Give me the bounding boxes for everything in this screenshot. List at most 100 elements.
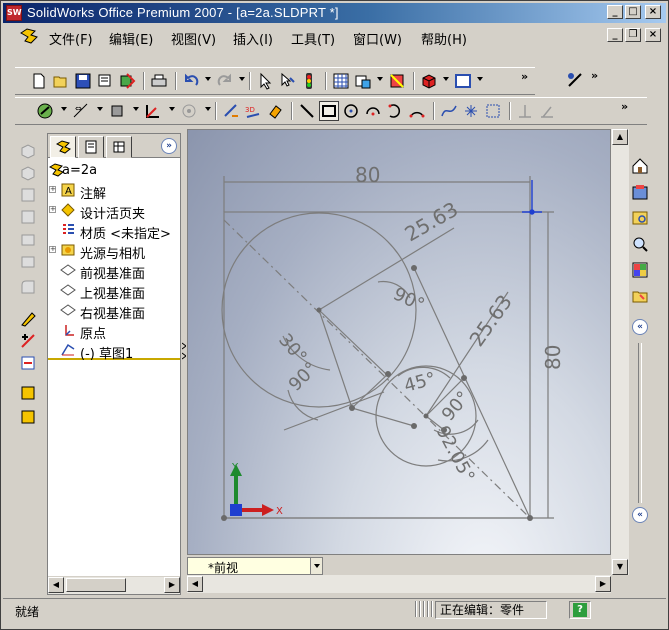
select-other-icon[interactable]	[277, 71, 297, 91]
sweep-icon[interactable]	[18, 185, 38, 205]
tree-item-sketch1[interactable]: (-) 草图1	[48, 340, 180, 362]
help-icon[interactable]: ?	[569, 601, 591, 619]
maximize-button[interactable]: □	[625, 5, 641, 19]
scroll-up-button[interactable]: ▲	[612, 129, 628, 145]
point-icon[interactable]	[461, 101, 481, 121]
hatch-icon[interactable]	[483, 101, 503, 121]
title-bar[interactable]: SW SolidWorks Office Premium 2007 - [a=2…	[3, 3, 666, 23]
expand-toggle[interactable]: +	[49, 246, 56, 253]
library-icon[interactable]	[629, 181, 651, 203]
print-preview-icon[interactable]	[95, 71, 115, 91]
collapse-feature-manager-button[interactable]: »	[161, 138, 177, 154]
solidworks-logo-icon[interactable]: SW	[6, 5, 22, 21]
view-name-tab[interactable]: *前视	[187, 557, 323, 575]
render-icon[interactable]	[387, 71, 407, 91]
view-icon[interactable]	[453, 71, 473, 91]
feature-1-icon[interactable]	[18, 383, 38, 403]
menu-file[interactable]: 文件(F)	[49, 29, 93, 48]
color-icon[interactable]	[419, 71, 439, 91]
fillet-icon[interactable]	[18, 277, 38, 297]
sketch-endpoint-marker[interactable]	[522, 180, 542, 215]
tree-root[interactable]: a=2a	[48, 160, 180, 180]
dim-angle-3[interactable]: 90°	[285, 358, 322, 395]
cut-revolve-icon[interactable]	[18, 251, 38, 271]
tree-item-right-plane[interactable]: 右视基准面	[48, 300, 180, 322]
tree-item-lights-cameras[interactable]: + 光源与相机	[48, 240, 180, 262]
dim-angle-5[interactable]: 90°	[438, 387, 475, 425]
rectangle-icon[interactable]	[319, 101, 339, 121]
scroll-left-button[interactable]: ◀	[48, 577, 64, 593]
radius-line-1[interactable]	[318, 309, 353, 409]
doc-restore-button[interactable]: ❐	[625, 28, 641, 42]
scroll-right-button[interactable]: ▶	[595, 576, 611, 592]
dim-angle-1[interactable]: 90°	[390, 283, 428, 316]
home-icon[interactable]	[629, 155, 651, 177]
tab-property-manager[interactable]	[78, 136, 104, 158]
circle-icon[interactable]	[341, 101, 361, 121]
feature-2-icon[interactable]	[18, 407, 38, 427]
explorer-icon[interactable]	[629, 207, 651, 229]
dim-right-height[interactable]: 80	[541, 345, 565, 370]
sketch-canvas[interactable]: 80 80 25.63 25.63 90° 30° 90° 45° 90° 92…	[188, 130, 611, 555]
axis-icon[interactable]	[143, 101, 163, 121]
relations-icon[interactable]	[107, 101, 127, 121]
smart-dimension-icon[interactable]: ⇔	[71, 101, 91, 121]
loft-icon[interactable]	[18, 207, 38, 227]
eraser-icon[interactable]	[265, 101, 285, 121]
spline-icon[interactable]	[439, 101, 459, 121]
scroll-left-button[interactable]: ◀	[187, 576, 203, 592]
add-relation-icon[interactable]	[18, 331, 38, 351]
sketch-3d-plane-icon[interactable]: 3D	[243, 101, 263, 121]
centerline-icon[interactable]	[515, 101, 535, 121]
doc-minimize-button[interactable]: _	[607, 28, 623, 42]
new-icon[interactable]	[29, 71, 49, 91]
view-tab-dropdown[interactable]	[310, 558, 322, 574]
diagonal-centerline[interactable]	[223, 219, 531, 519]
sketch-3d-icon[interactable]	[221, 101, 241, 121]
folder-icon[interactable]	[629, 285, 651, 307]
tangent-arc-icon[interactable]	[385, 101, 405, 121]
sketch-icon[interactable]	[35, 101, 55, 121]
tab-feature-tree[interactable]	[50, 136, 76, 158]
revolve-boss-icon[interactable]	[18, 163, 38, 183]
expand-toggle[interactable]: +	[49, 186, 56, 193]
close-button[interactable]: ×	[645, 5, 661, 19]
menu-view[interactable]: 视图(V)	[171, 29, 216, 48]
redo-icon[interactable]	[215, 71, 235, 91]
menu-tools[interactable]: 工具(T)	[291, 29, 335, 48]
menu-edit[interactable]: 编辑(E)	[109, 29, 153, 48]
palette-icon[interactable]	[629, 259, 651, 281]
toolbar-fragment-overflow[interactable]: »	[591, 69, 598, 82]
radius-line-2[interactable]	[318, 309, 387, 375]
graphics-vertical-scrollbar[interactable]: ▲ ▼	[611, 129, 629, 575]
sketch-toolbar-overflow[interactable]: »	[621, 100, 628, 113]
grid-icon[interactable]	[331, 71, 351, 91]
tangent-line[interactable]	[351, 407, 415, 427]
circle-pattern-icon[interactable]	[179, 101, 199, 121]
menu-window[interactable]: 窗口(W)	[353, 29, 402, 48]
sketch-relations-icon[interactable]	[565, 70, 585, 90]
solidworks-menu-logo-icon[interactable]	[19, 27, 39, 45]
edit-sketch-icon[interactable]	[18, 309, 38, 329]
print-icon[interactable]	[149, 71, 169, 91]
save-icon[interactable]	[73, 71, 93, 91]
graphics-horizontal-scrollbar[interactable]: ◀ ▶	[187, 575, 611, 593]
undo-icon[interactable]	[181, 71, 201, 91]
menu-help[interactable]: 帮助(H)	[421, 29, 467, 48]
scroll-down-button[interactable]: ▼	[612, 559, 628, 575]
angle-arc-2[interactable]	[287, 389, 319, 421]
options-icon[interactable]	[353, 71, 373, 91]
open-icon[interactable]	[51, 71, 71, 91]
toolbar-overflow[interactable]: »	[521, 70, 528, 83]
tab-configuration-manager[interactable]	[106, 136, 132, 158]
select-icon[interactable]	[255, 71, 275, 91]
line-icon[interactable]	[297, 101, 317, 121]
scroll-right-button[interactable]: ▶	[164, 577, 180, 593]
search-icon[interactable]	[629, 233, 651, 255]
task-pane-collapse-button[interactable]: «	[632, 507, 648, 523]
dim-large-radius[interactable]: 25.63	[401, 197, 463, 246]
cut-extrude-icon[interactable]	[18, 229, 38, 249]
menu-insert[interactable]: 插入(I)	[233, 29, 273, 48]
feature-manager-horizontal-scrollbar[interactable]: ◀ ▶	[48, 576, 180, 594]
panel-splitter[interactable]	[181, 341, 187, 361]
